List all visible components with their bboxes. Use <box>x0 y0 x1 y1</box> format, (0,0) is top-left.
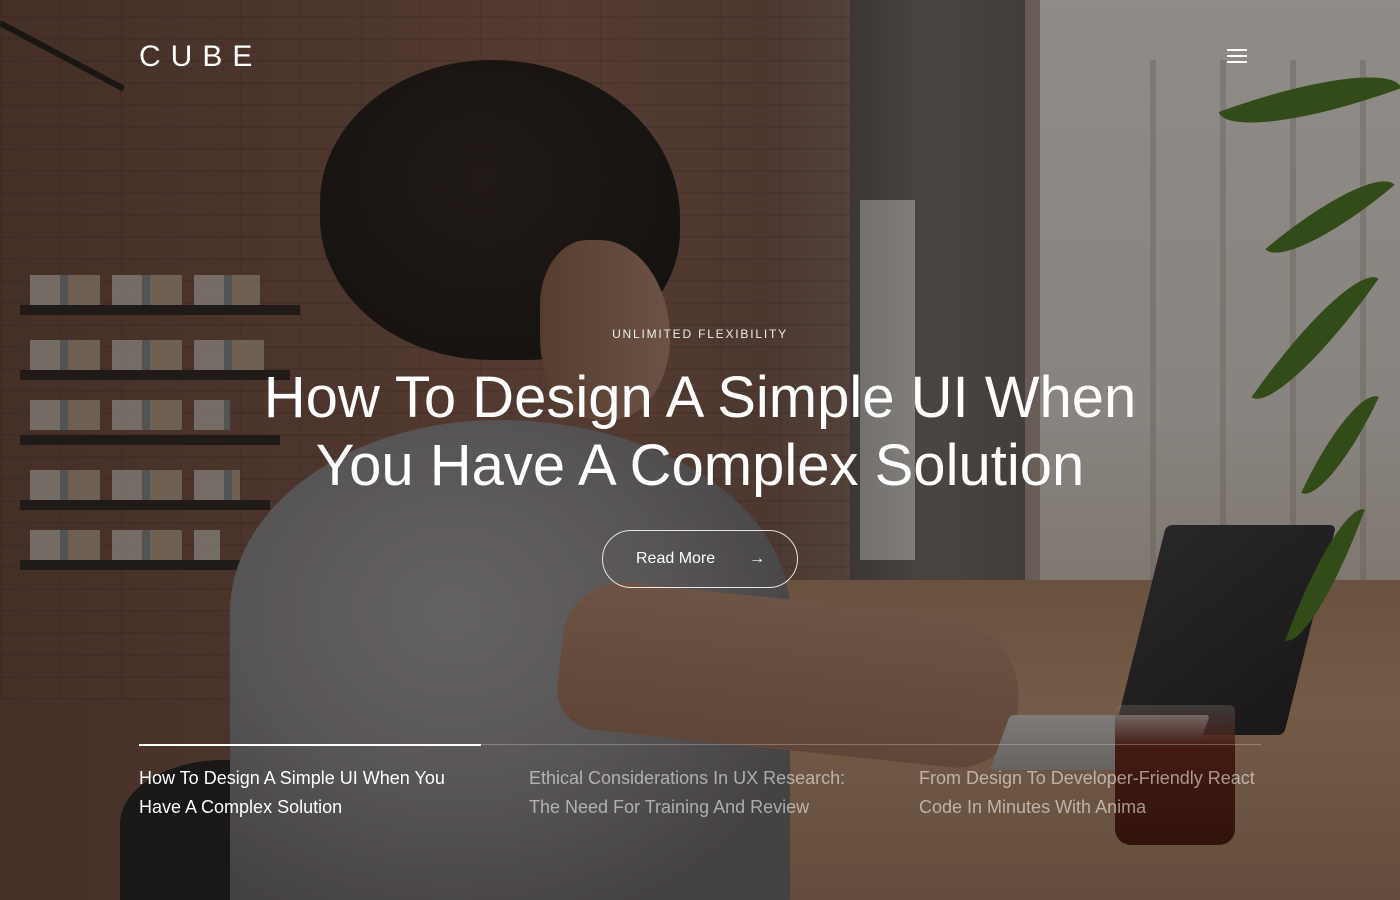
slider-item-3[interactable]: From Design To Developer-Friendly React … <box>919 764 1259 821</box>
read-more-button[interactable]: Read More → <box>602 530 798 588</box>
arrow-right-icon: → <box>749 550 765 567</box>
menu-line <box>1227 49 1247 51</box>
hero-eyebrow: UNLIMITED FLEXIBILITY <box>612 327 788 341</box>
slider-item-1[interactable]: How To Design A Simple UI When You Have … <box>139 764 479 821</box>
slider-progress-bar <box>139 744 481 746</box>
hamburger-menu-icon[interactable] <box>1222 42 1252 70</box>
brand-logo[interactable]: CUBE <box>139 40 262 74</box>
hero-title: How To Design A Simple UI When You Have … <box>263 365 1137 498</box>
read-more-label: Read More <box>636 550 716 567</box>
menu-line <box>1227 55 1247 57</box>
menu-line <box>1227 61 1247 63</box>
hero-content: UNLIMITED FLEXIBILITY How To Design A Si… <box>200 320 1200 588</box>
slider-item-2[interactable]: Ethical Considerations In UX Research: T… <box>529 764 869 821</box>
hero-section: CUBE UNLIMITED FLEXIBILITY How To Design… <box>0 0 1400 900</box>
